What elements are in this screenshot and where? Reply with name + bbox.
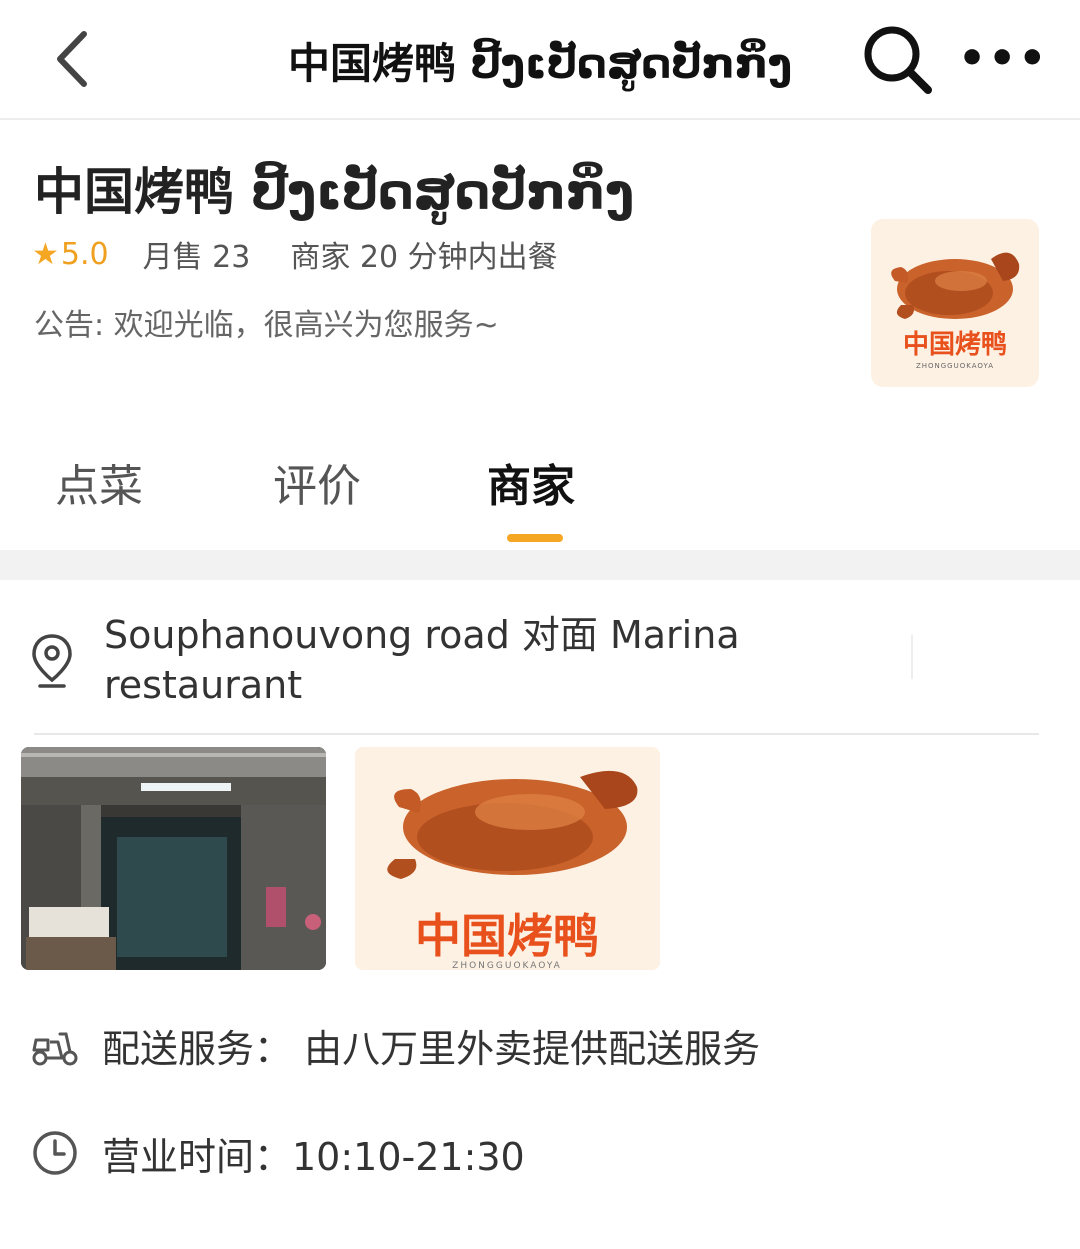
search-button[interactable] [858, 20, 938, 100]
more-options-button[interactable]: ••• [958, 37, 1046, 81]
storefront-image [21, 747, 326, 970]
logo-photo[interactable]: 中国烤鸭 ZHONGGUOKAOYA [355, 747, 660, 970]
hours-row: 营业时间：10:10-21:30 [0, 1120, 1080, 1190]
address-text: Souphanouvong road 对面 Marina restaurant [104, 613, 740, 707]
delivery-text: 配送服务： 由八万里外卖提供配送服务 [102, 1027, 761, 1071]
section-divider [0, 550, 1080, 580]
shop-notice: 公告: 欢迎光临，很高兴为您服务~ [34, 308, 499, 343]
active-tab-indicator [507, 534, 563, 542]
star-icon: ★ [32, 236, 59, 272]
roast-duck-image: 中国烤鸭 ZHONGGUOKAOYA [891, 252, 1020, 370]
address-row[interactable]: Souphanouvong road 对面 Marina restaurant [0, 580, 1080, 736]
vertical-separator [911, 635, 913, 679]
location-pin-icon [30, 632, 74, 688]
divider [34, 733, 1039, 735]
tab-bar: 点菜 评价 商家 [0, 440, 1080, 550]
storefront-photo[interactable] [21, 747, 326, 970]
top-nav-bar: 中国烤鸭 ປີ້ງເປັດສູດປັກກິ່ງ ••• [0, 0, 1080, 120]
roast-duck-logo-image: 中国烤鸭 ZHONGGUOKAOYA [355, 747, 660, 970]
hours-text: 营业时间：10:10-21:30 [102, 1135, 525, 1179]
tab-menu[interactable]: 点菜 [55, 450, 143, 514]
tab-reviews[interactable]: 评价 [273, 450, 361, 514]
delivery-row: 配送服务： 由八万里外卖提供配送服务 [0, 1012, 1080, 1082]
shop-logo[interactable]: 中国烤鸭 ZHONGGUOKAOYA [871, 219, 1039, 387]
shop-rating: 5.0 [60, 236, 109, 272]
logo-text: 中国烤鸭 [903, 330, 1007, 360]
search-icon [864, 26, 932, 94]
monthly-sales: 月售 23 [142, 240, 251, 275]
logo-photo-subtext: ZHONGGUOKAOYA [452, 961, 562, 970]
logo-subtext: ZHONGGUOKAOYA [916, 362, 994, 370]
tab-merchant[interactable]: 商家 [487, 450, 575, 514]
clock-icon [30, 1128, 80, 1178]
shop-name: 中国烤鸭 ປີ້ງເປັດສູດປັກກິ່ງ [34, 163, 635, 221]
prep-time: 商家 20 分钟内出餐 [290, 240, 558, 275]
logo-photo-text: 中国烤鸭 [415, 909, 599, 963]
scooter-icon [30, 1020, 80, 1070]
shop-stats: ★ 5.0 月售 23 商家 20 分钟内出餐 [32, 232, 558, 276]
